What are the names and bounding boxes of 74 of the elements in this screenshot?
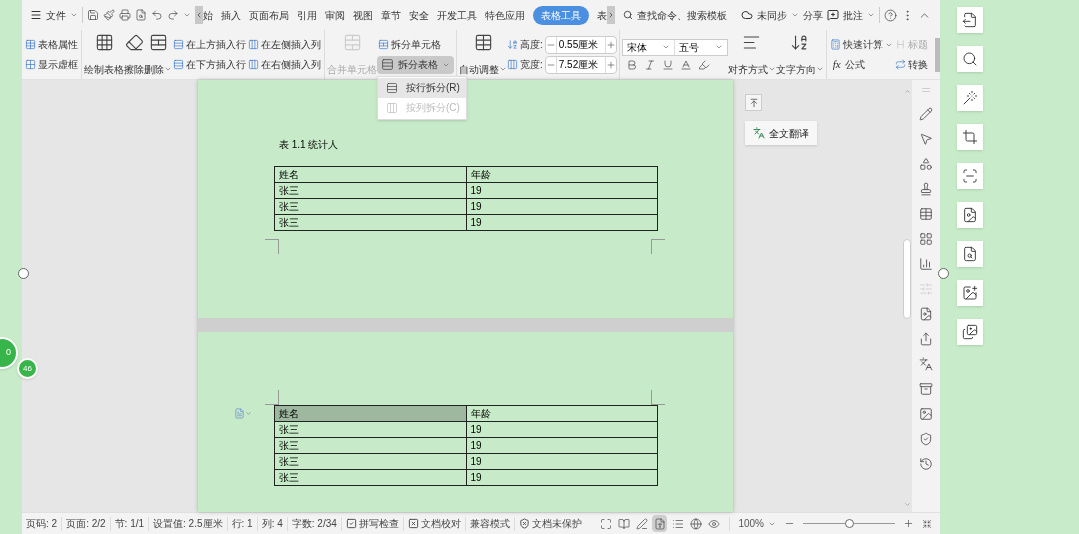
- autofit-button[interactable]: 自动调整: [459, 32, 507, 77]
- font-size-dropdown[interactable]: 五号: [674, 39, 727, 55]
- table-cell: 19: [466, 437, 658, 454]
- status-button[interactable]: 文档校对: [403, 516, 465, 531]
- ribbon-tab[interactable]: 安全: [409, 7, 429, 23]
- size-field[interactable]: 0.55厘米: [555, 36, 606, 53]
- ribbon-tab[interactable]: 表: [597, 7, 607, 23]
- table-cell: 张三: [274, 453, 466, 470]
- status-text: 节: 1/1: [113, 517, 146, 531]
- table-cell: 张三: [274, 182, 466, 199]
- search-field[interactable]: 查找命令、搜索模板: [623, 7, 735, 23]
- status-text: 兼容模式: [468, 517, 511, 531]
- status-text: 页码: 2: [25, 517, 59, 531]
- table-cell: 张三: [274, 198, 466, 215]
- header-cell[interactable]: 年龄: [466, 405, 658, 422]
- split-table-button[interactable]: 拆分表格: [377, 55, 454, 74]
- ribbon-tab[interactable]: 插入: [221, 7, 241, 23]
- field-label: 宽度:: [520, 58, 543, 72]
- zoom-dropdown[interactable]: 100%: [738, 516, 776, 531]
- quick-calc-button[interactable]: 快速计算: [828, 35, 894, 54]
- status-text: 页面: 2/2: [65, 517, 107, 531]
- insert-row-below-button[interactable]: 在下方插入行: [172, 55, 247, 74]
- table-cell: 19: [466, 453, 658, 470]
- file-menu[interactable]: 文件: [30, 7, 78, 23]
- ribbon-tab[interactable]: 引用: [297, 7, 317, 23]
- ribbon-tab[interactable]: 章节: [381, 7, 401, 23]
- status-text: 设置值: 2.5厘米: [152, 517, 224, 531]
- ribbon-tab[interactable]: 视图: [353, 7, 373, 23]
- translate-button[interactable]: 全文翻译: [745, 121, 817, 145]
- table-caption: 表 1.1 统计人: [279, 138, 340, 152]
- align-button[interactable]: 对齐方式: [727, 32, 776, 77]
- erase-button[interactable]: 擦除: [124, 32, 144, 77]
- formula-button[interactable]: fx 公式: [828, 55, 894, 74]
- number-stepper[interactable]: 7.52厘米: [544, 55, 617, 74]
- show-gridlines-button[interactable]: 显示虚框: [24, 55, 79, 74]
- table-cell: 19: [466, 182, 658, 199]
- size-field[interactable]: 7.52厘米: [555, 56, 606, 73]
- status-button[interactable]: 文档未保护: [514, 516, 586, 531]
- table-cell: 19: [466, 421, 658, 438]
- ribbon-tab[interactable]: 页面布局: [249, 7, 289, 23]
- header-cell[interactable]: 年龄: [466, 166, 658, 183]
- field-label: 高度:: [520, 38, 543, 52]
- status-button[interactable]: 拼写检查: [341, 516, 403, 531]
- split-cells-button[interactable]: 拆分单元格: [377, 35, 454, 54]
- table-cell: 19: [466, 469, 658, 486]
- status-text: 行: 1: [230, 517, 254, 531]
- delete-button[interactable]: 删除: [144, 32, 172, 77]
- insert-column-right-button[interactable]: 在右侧插入列: [247, 55, 322, 74]
- text-direction-button[interactable]: 文字方向: [775, 32, 824, 77]
- table-cell: 19: [466, 214, 658, 231]
- ribbon-tab[interactable]: 开发工具: [437, 7, 477, 23]
- table-cell: 张三: [274, 421, 466, 438]
- header-cell[interactable]: 姓名: [274, 166, 466, 183]
- table-cell: 张三: [274, 214, 466, 231]
- insert-row-above-button[interactable]: 在上方插入行: [172, 35, 247, 54]
- font-dropdown[interactable]: 宋体: [622, 39, 675, 55]
- header-cell[interactable]: 姓名: [274, 405, 466, 422]
- convert-button[interactable]: 转换: [893, 55, 928, 74]
- status-text: 字数: 2/34: [290, 517, 338, 531]
- table-properties-button[interactable]: 表格属性: [24, 35, 79, 54]
- table-cell: 张三: [274, 469, 466, 486]
- comment-button[interactable]: 批注: [827, 7, 875, 23]
- draw-table-button[interactable]: 绘制表格: [84, 32, 124, 77]
- table-cell: 张三: [274, 437, 466, 454]
- insert-column-left-button[interactable]: 在左侧插入列: [247, 35, 322, 54]
- ribbon-tab[interactable]: 始: [203, 7, 213, 23]
- sync-button[interactable]: 未同步: [741, 7, 799, 23]
- share-button[interactable]: 分享: [803, 7, 823, 23]
- ribbon-tab[interactable]: 审阅: [325, 7, 345, 23]
- table-cell: 19: [466, 198, 658, 215]
- menu-item[interactable]: 按行拆分(R): [378, 77, 466, 98]
- status-text: 列: 4: [260, 517, 284, 531]
- number-stepper[interactable]: 0.55厘米: [544, 35, 617, 54]
- ribbon-tab[interactable]: 特色应用: [485, 7, 525, 23]
